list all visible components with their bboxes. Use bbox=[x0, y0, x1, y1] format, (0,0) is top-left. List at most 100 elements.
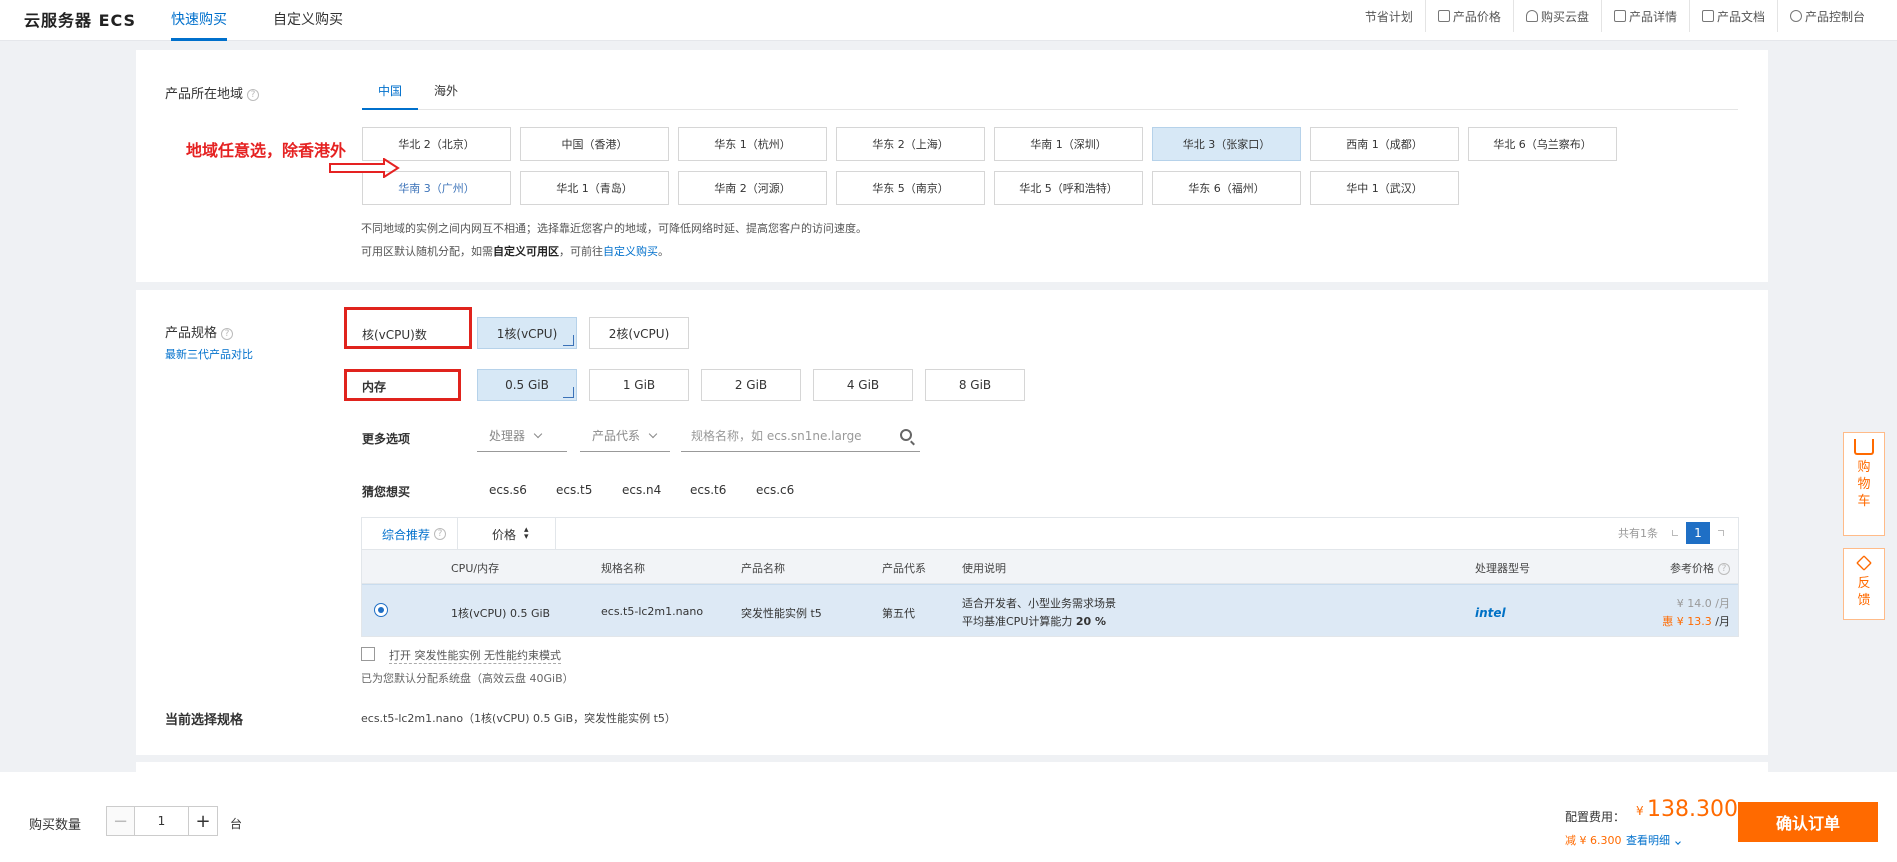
guess-item[interactable]: ecs.t5 bbox=[556, 483, 592, 497]
region-note-1: 不同地域的实例之间内网互不相通；选择靠近您客户的地域，可降低网络时延、提高您客户… bbox=[361, 222, 867, 235]
more-options-label: 更多选项 bbox=[362, 432, 411, 446]
doc-icon bbox=[1701, 10, 1714, 22]
link-savings-plan[interactable]: 节省计划 bbox=[1353, 0, 1425, 32]
link-product-price[interactable]: 产品价格 bbox=[1424, 0, 1513, 32]
generation-dropdown[interactable]: 产品代系 bbox=[580, 420, 670, 452]
annotation-text: 地域任意选，除香港外 bbox=[186, 141, 347, 160]
region-button[interactable]: 华北 1（青岛） bbox=[520, 171, 669, 205]
confirm-order-button[interactable]: 确认订单 bbox=[1738, 802, 1878, 842]
col-product-name: 产品名称 bbox=[741, 562, 785, 575]
search-icon[interactable] bbox=[900, 429, 912, 441]
cell-desc-1: 适合开发者、小型业务需求场景 bbox=[962, 597, 1116, 610]
region-note-2: 可用区默认随机分配，如需自定义可用区，可前往自定义购买。 bbox=[361, 245, 669, 258]
spec-search-input[interactable]: 规格名称，如 ecs.sn1ne.large bbox=[681, 420, 920, 452]
link-product-docs[interactable]: 产品文档 bbox=[1688, 0, 1777, 32]
help-icon[interactable]: ? bbox=[1718, 563, 1730, 575]
disk-note: 已为您默认分配系统盘（高效云盘 40GiB） bbox=[361, 672, 574, 685]
document-icon bbox=[1437, 10, 1450, 22]
compare-link[interactable]: 最新三代产品对比 bbox=[165, 346, 253, 362]
minus-button[interactable]: − bbox=[107, 807, 135, 835]
tab-custom-buy[interactable]: 自定义购买 bbox=[273, 9, 343, 41]
brand-title: 云服务器 ECS bbox=[24, 11, 137, 30]
col-description: 使用说明 bbox=[962, 562, 1006, 575]
plus-button[interactable]: + bbox=[189, 807, 217, 835]
tab-price-sort[interactable]: 价格 ▴ ▾ bbox=[492, 518, 529, 550]
cpu-option[interactable]: 2核(vCPU) bbox=[589, 317, 689, 349]
cpu-option-selected[interactable]: 1核(vCPU) bbox=[477, 317, 577, 349]
region-button[interactable]: 华东 6（福州） bbox=[1152, 171, 1301, 205]
link-console[interactable]: 产品控制台 bbox=[1776, 0, 1877, 32]
row-radio-selected[interactable] bbox=[374, 603, 388, 617]
next-page-icon[interactable] bbox=[1718, 530, 1724, 536]
quantity-unit: 台 bbox=[230, 817, 243, 831]
sort-icon: ▴ ▾ bbox=[524, 525, 529, 542]
region-button[interactable]: 华北 6（乌兰察布） bbox=[1468, 127, 1617, 161]
detail-icon bbox=[1613, 10, 1626, 22]
help-icon[interactable]: ? bbox=[247, 88, 260, 101]
region-button-selected[interactable]: 华北 3（张家口） bbox=[1152, 127, 1301, 161]
prev-page-icon[interactable] bbox=[1672, 530, 1678, 536]
burst-mode-checkbox[interactable] bbox=[361, 647, 375, 661]
table-row[interactable]: 1核(vCPU) 0.5 GiB ecs.t5-lc2m1.nano 突发性能实… bbox=[362, 584, 1738, 636]
quantity-value[interactable]: 1 bbox=[135, 807, 189, 835]
region-label: 产品所在地域? bbox=[165, 83, 260, 102]
region-button[interactable]: 华东 1（杭州） bbox=[678, 127, 827, 161]
feedback-float-button[interactable]: 反馈 bbox=[1843, 548, 1885, 620]
memory-option[interactable]: 1 GiB bbox=[589, 369, 689, 401]
region-button[interactable]: 中国（香港） bbox=[520, 127, 669, 161]
processor-dropdown[interactable]: 处理器 bbox=[477, 420, 567, 452]
tab-overseas[interactable]: 海外 bbox=[418, 80, 474, 110]
memory-option-selected[interactable]: 0.5 GiB bbox=[477, 369, 577, 401]
bottom-bar: 购买数量 − 1 + 台 配置费用： ¥ 138.300 减 ¥ 6.300 查… bbox=[0, 772, 1897, 862]
memory-option[interactable]: 2 GiB bbox=[701, 369, 801, 401]
region-button[interactable]: 西南 1（成都） bbox=[1310, 127, 1459, 161]
edit-icon bbox=[1856, 555, 1872, 571]
region-button[interactable]: 华北 5（呼和浩特） bbox=[994, 171, 1143, 205]
price-discount: 惠 ¥ 13.3 /月 bbox=[1662, 615, 1730, 628]
memory-label: 内存 bbox=[362, 380, 387, 394]
fee-label: 配置费用： bbox=[1565, 810, 1626, 824]
region-button[interactable]: 华南 1（深圳） bbox=[994, 127, 1143, 161]
gear-icon bbox=[1789, 10, 1802, 22]
cart-icon bbox=[1854, 439, 1874, 455]
tab-recommend[interactable]: 综合推荐? bbox=[382, 518, 447, 550]
memory-option[interactable]: 8 GiB bbox=[925, 369, 1025, 401]
burst-mode-label[interactable]: 打开 突发性能实例 无性能约束模式 bbox=[389, 647, 561, 664]
region-button[interactable]: 华北 2（北京） bbox=[362, 127, 511, 161]
guess-item[interactable]: ecs.c6 bbox=[756, 483, 794, 497]
custom-buy-link[interactable]: 自定义购买 bbox=[603, 245, 658, 258]
cell-spec-name: ecs.t5-lc2m1.nano bbox=[601, 605, 704, 618]
cart-label: 购物车 bbox=[1857, 460, 1871, 509]
quantity-stepper: − 1 + bbox=[106, 806, 218, 836]
current-spec-label: 当前选择规格 bbox=[165, 713, 244, 728]
link-buy-disk[interactable]: 购买云盘 bbox=[1512, 0, 1601, 32]
region-tabs: 中国 海外 bbox=[362, 80, 1738, 110]
tab-china[interactable]: 中国 bbox=[362, 80, 419, 110]
guess-item[interactable]: ecs.t6 bbox=[690, 483, 726, 497]
page-number[interactable]: 1 bbox=[1686, 522, 1710, 544]
help-icon[interactable]: ? bbox=[434, 528, 447, 540]
cell-product-name: 突发性能实例 t5 bbox=[741, 607, 822, 620]
tab-quick-buy[interactable]: 快速购买 bbox=[171, 9, 227, 41]
link-product-detail[interactable]: 产品详情 bbox=[1600, 0, 1689, 32]
guess-item[interactable]: ecs.s6 bbox=[489, 483, 527, 497]
region-button[interactable]: 华南 2（河源） bbox=[678, 171, 827, 205]
guess-item[interactable]: ecs.n4 bbox=[622, 483, 661, 497]
pagination: 共有1条 1 bbox=[1618, 522, 1724, 544]
price-original: ¥ 14.0 /月 bbox=[1676, 597, 1730, 610]
region-button[interactable]: 华中 1（武汉） bbox=[1310, 171, 1459, 205]
cell-generation: 第五代 bbox=[882, 607, 915, 620]
region-button[interactable]: 华东 2（上海） bbox=[836, 127, 985, 161]
fee-discount: 减 ¥ 6.300 bbox=[1565, 834, 1622, 847]
memory-option[interactable]: 4 GiB bbox=[813, 369, 913, 401]
quantity-label: 购买数量 bbox=[29, 818, 82, 833]
cart-float-button[interactable]: 购物车 bbox=[1843, 432, 1885, 536]
guess-label: 猜您想买 bbox=[362, 485, 411, 499]
fee-value: 138.300 bbox=[1647, 797, 1738, 822]
col-generation: 产品代系 bbox=[882, 562, 926, 575]
col-spec-name: 规格名称 bbox=[601, 562, 645, 575]
fee-detail-link[interactable]: 查看明细 bbox=[1626, 832, 1681, 848]
cloud-icon bbox=[1525, 10, 1538, 22]
help-icon[interactable]: ? bbox=[221, 327, 234, 340]
region-button[interactable]: 华东 5（南京） bbox=[836, 171, 985, 205]
